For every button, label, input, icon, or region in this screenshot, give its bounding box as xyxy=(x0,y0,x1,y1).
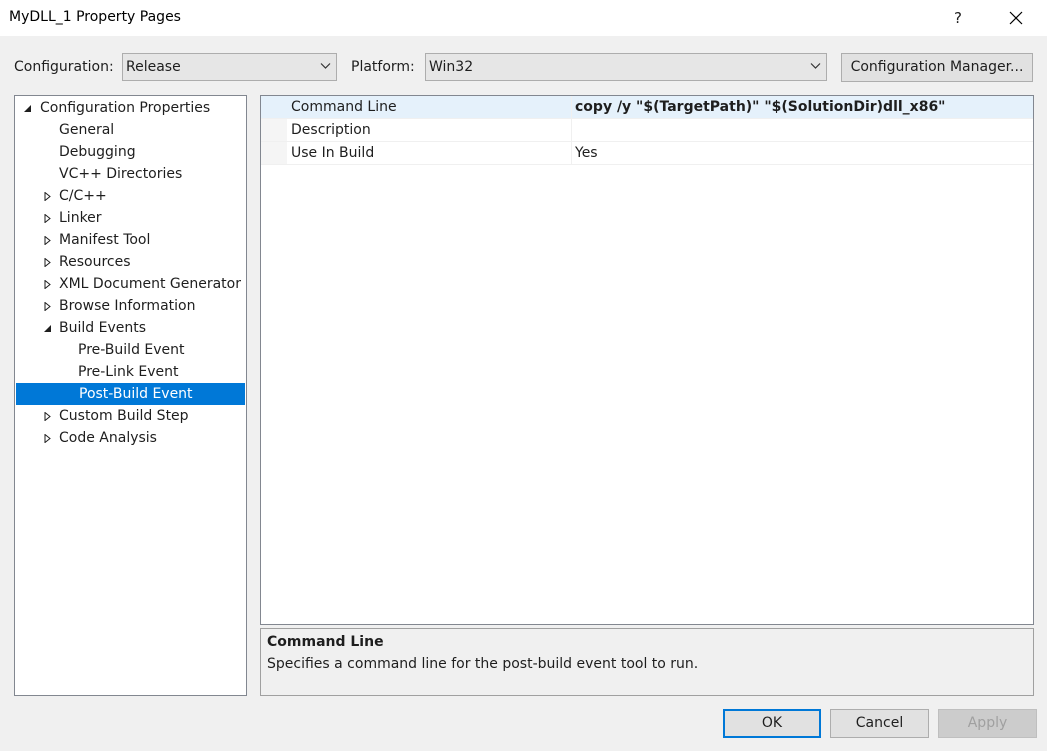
tree-item-manifest-tool[interactable]: Manifest Tool xyxy=(15,229,246,251)
window-title: MyDLL_1 Property Pages xyxy=(9,9,181,25)
tree-item-label: VC++ Directories xyxy=(59,166,183,182)
tree-item-code-analysis[interactable]: Code Analysis xyxy=(15,427,246,449)
description-title: Command Line xyxy=(267,634,384,650)
platform-value: Win32 xyxy=(429,59,474,75)
tree-item-label: Code Analysis xyxy=(59,430,157,446)
collapsed-triangle-icon[interactable] xyxy=(43,280,52,289)
tree-item-label: Resources xyxy=(59,254,131,270)
collapsed-triangle-icon[interactable] xyxy=(43,302,52,311)
tree-item-pre-build-event[interactable]: Pre-Build Event xyxy=(15,339,246,361)
collapsed-triangle-icon[interactable] xyxy=(43,214,52,223)
tree-item-pre-link-event[interactable]: Pre-Link Event xyxy=(15,361,246,383)
expanded-triangle-icon[interactable] xyxy=(23,104,32,113)
tree-item-general[interactable]: General xyxy=(15,119,246,141)
tree-item-label: Build Events xyxy=(59,320,146,336)
tree-item-linker[interactable]: Linker xyxy=(15,207,246,229)
configuration-label: Configuration: xyxy=(14,59,114,75)
property-grid: Command Line copy /y "$(TargetPath)" "$(S… xyxy=(260,95,1034,625)
tree-item-label: General xyxy=(59,122,115,138)
tree-item-debugging[interactable]: Debugging xyxy=(15,141,246,163)
tree-item-c-c[interactable]: C/C++ xyxy=(15,185,246,207)
row-gutter xyxy=(261,142,287,164)
tree-item-label: Configuration Properties xyxy=(40,100,211,116)
tree-item-post-build-event[interactable]: Post-Build Event xyxy=(16,383,245,405)
tree-item-label: Linker xyxy=(59,210,102,226)
property-row-description[interactable]: Description xyxy=(261,119,1033,142)
property-row-command-line[interactable]: Command Line copy /y "$(TargetPath)" "$(S… xyxy=(261,96,1033,119)
property-name: Use In Build xyxy=(291,145,375,161)
platform-dropdown[interactable]: Win32 xyxy=(425,53,827,81)
tree-item-build-events[interactable]: Build Events xyxy=(15,317,246,339)
configuration-value: Release xyxy=(126,59,181,75)
tree-item-label: Custom Build Step xyxy=(59,408,189,424)
property-row-use-in-build[interactable]: Use In Build Yes xyxy=(261,142,1033,165)
description-text: Specifies a command line for the post-bu… xyxy=(267,656,699,672)
chevron-down-icon xyxy=(810,63,821,69)
tree-item-label: Manifest Tool xyxy=(59,232,151,248)
row-gutter xyxy=(261,96,287,118)
close-button[interactable] xyxy=(998,0,1034,36)
tree-item-resources[interactable]: Resources xyxy=(15,251,246,273)
tree-item-label: C/C++ xyxy=(59,188,107,204)
help-button[interactable]: ? xyxy=(940,0,976,36)
ok-button[interactable]: OK xyxy=(723,709,821,738)
tree-item-configuration-properties[interactable]: Configuration Properties xyxy=(15,97,246,119)
collapsed-triangle-icon[interactable] xyxy=(43,412,52,421)
expanded-triangle-icon[interactable] xyxy=(43,324,52,333)
column-divider xyxy=(571,119,572,141)
description-panel: Command Line Specifies a command line fo… xyxy=(260,628,1034,696)
platform-label: Platform: xyxy=(351,59,415,75)
collapsed-triangle-icon[interactable] xyxy=(43,192,52,201)
column-divider xyxy=(571,96,572,118)
title-bar: MyDLL_1 Property Pages ? xyxy=(0,0,1047,36)
tree-item-custom-build-step[interactable]: Custom Build Step xyxy=(15,405,246,427)
tree-item-vc-directories[interactable]: VC++ Directories xyxy=(15,163,246,185)
close-icon xyxy=(1009,11,1023,25)
collapsed-triangle-icon[interactable] xyxy=(43,236,52,245)
tree-item-label: Debugging xyxy=(59,144,136,160)
tree-item-label: Browse Information xyxy=(59,298,196,314)
tree-item-label: Pre-Link Event xyxy=(78,364,179,380)
property-value[interactable]: copy /y "$(TargetPath)" "$(SolutionDir)d… xyxy=(575,99,945,115)
cancel-button[interactable]: Cancel xyxy=(830,709,929,738)
tree-item-label: XML Document Generator xyxy=(59,276,241,292)
tree-item-label: Pre-Build Event xyxy=(78,342,185,358)
configuration-dropdown[interactable]: Release xyxy=(122,53,337,81)
property-name: Command Line xyxy=(291,99,397,115)
property-name: Description xyxy=(291,122,371,138)
property-tree: Configuration Properties General Debugging… xyxy=(14,95,247,696)
column-divider xyxy=(571,142,572,164)
row-gutter xyxy=(261,119,287,141)
tree-item-browse-information[interactable]: Browse Information xyxy=(15,295,246,317)
chevron-down-icon xyxy=(320,63,331,69)
collapsed-triangle-icon[interactable] xyxy=(43,434,52,443)
apply-button[interactable]: Apply xyxy=(938,709,1037,738)
tree-item-xml-document-generator[interactable]: XML Document Generator xyxy=(15,273,246,295)
configuration-manager-button[interactable]: Configuration Manager... xyxy=(841,53,1033,82)
tree-item-label: Post-Build Event xyxy=(79,386,193,402)
collapsed-triangle-icon[interactable] xyxy=(43,258,52,267)
property-value[interactable]: Yes xyxy=(575,145,598,161)
